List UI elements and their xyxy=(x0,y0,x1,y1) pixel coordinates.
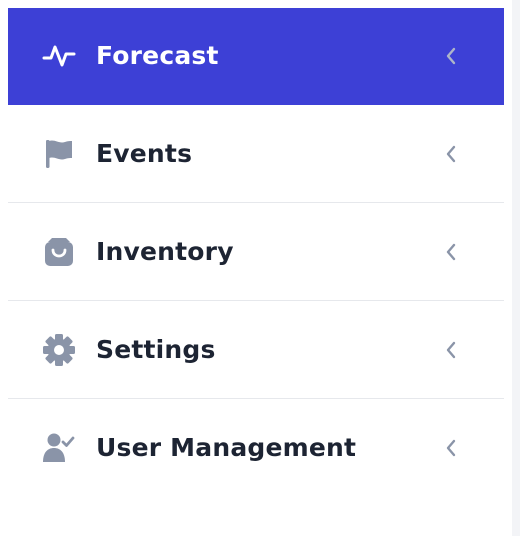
sidebar-item-inventory[interactable]: Inventory xyxy=(8,203,504,301)
chevron-left-icon xyxy=(446,145,456,162)
sidebar-item-label: Inventory xyxy=(96,236,234,266)
user-check-icon xyxy=(42,431,76,465)
sidebar-item-events[interactable]: Events xyxy=(8,105,504,203)
sidebar-item-user-management[interactable]: User Management xyxy=(8,399,504,496)
gear-icon xyxy=(42,333,76,367)
scroll-gutter xyxy=(512,0,520,536)
sidebar-item-label: User Management xyxy=(96,432,357,462)
chevron-left-icon xyxy=(446,439,456,456)
shopping-bag-icon xyxy=(42,235,76,269)
sidebar-item-label: Settings xyxy=(96,334,216,364)
activity-wave-icon xyxy=(42,39,76,73)
chevron-left-icon xyxy=(446,47,456,65)
flag-icon xyxy=(42,137,76,171)
sidebar-nav: Forecast Events Inventory Settings User … xyxy=(8,8,504,496)
chevron-left-icon xyxy=(446,243,456,260)
chevron-left-icon xyxy=(446,341,456,358)
sidebar-item-settings[interactable]: Settings xyxy=(8,301,504,399)
sidebar-item-label: Forecast xyxy=(96,40,219,70)
sidebar-item-label: Events xyxy=(96,138,193,168)
sidebar-item-forecast[interactable]: Forecast xyxy=(8,8,504,105)
